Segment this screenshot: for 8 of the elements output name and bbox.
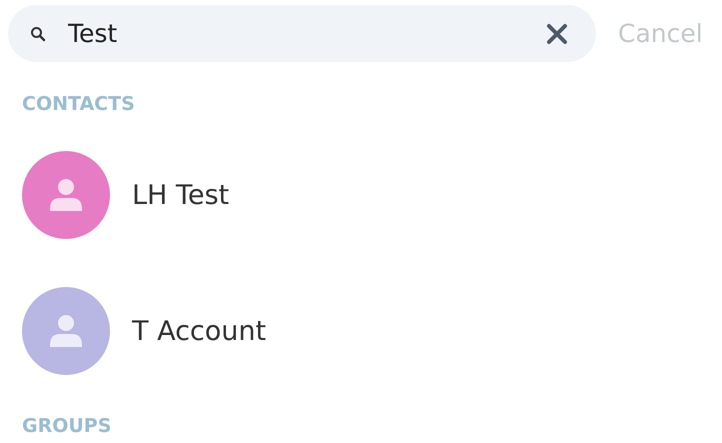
search-bar[interactable]: Test bbox=[8, 5, 596, 62]
contact-name[interactable]: T Account bbox=[132, 316, 266, 346]
contact-name[interactable]: LH Test bbox=[132, 180, 230, 210]
search-icon bbox=[30, 26, 46, 42]
clear-icon[interactable] bbox=[546, 22, 568, 44]
search-field[interactable]: Test bbox=[68, 19, 546, 48]
section-header: CONTACTS bbox=[21, 92, 136, 117]
section-header: GROUPS bbox=[21, 414, 112, 439]
